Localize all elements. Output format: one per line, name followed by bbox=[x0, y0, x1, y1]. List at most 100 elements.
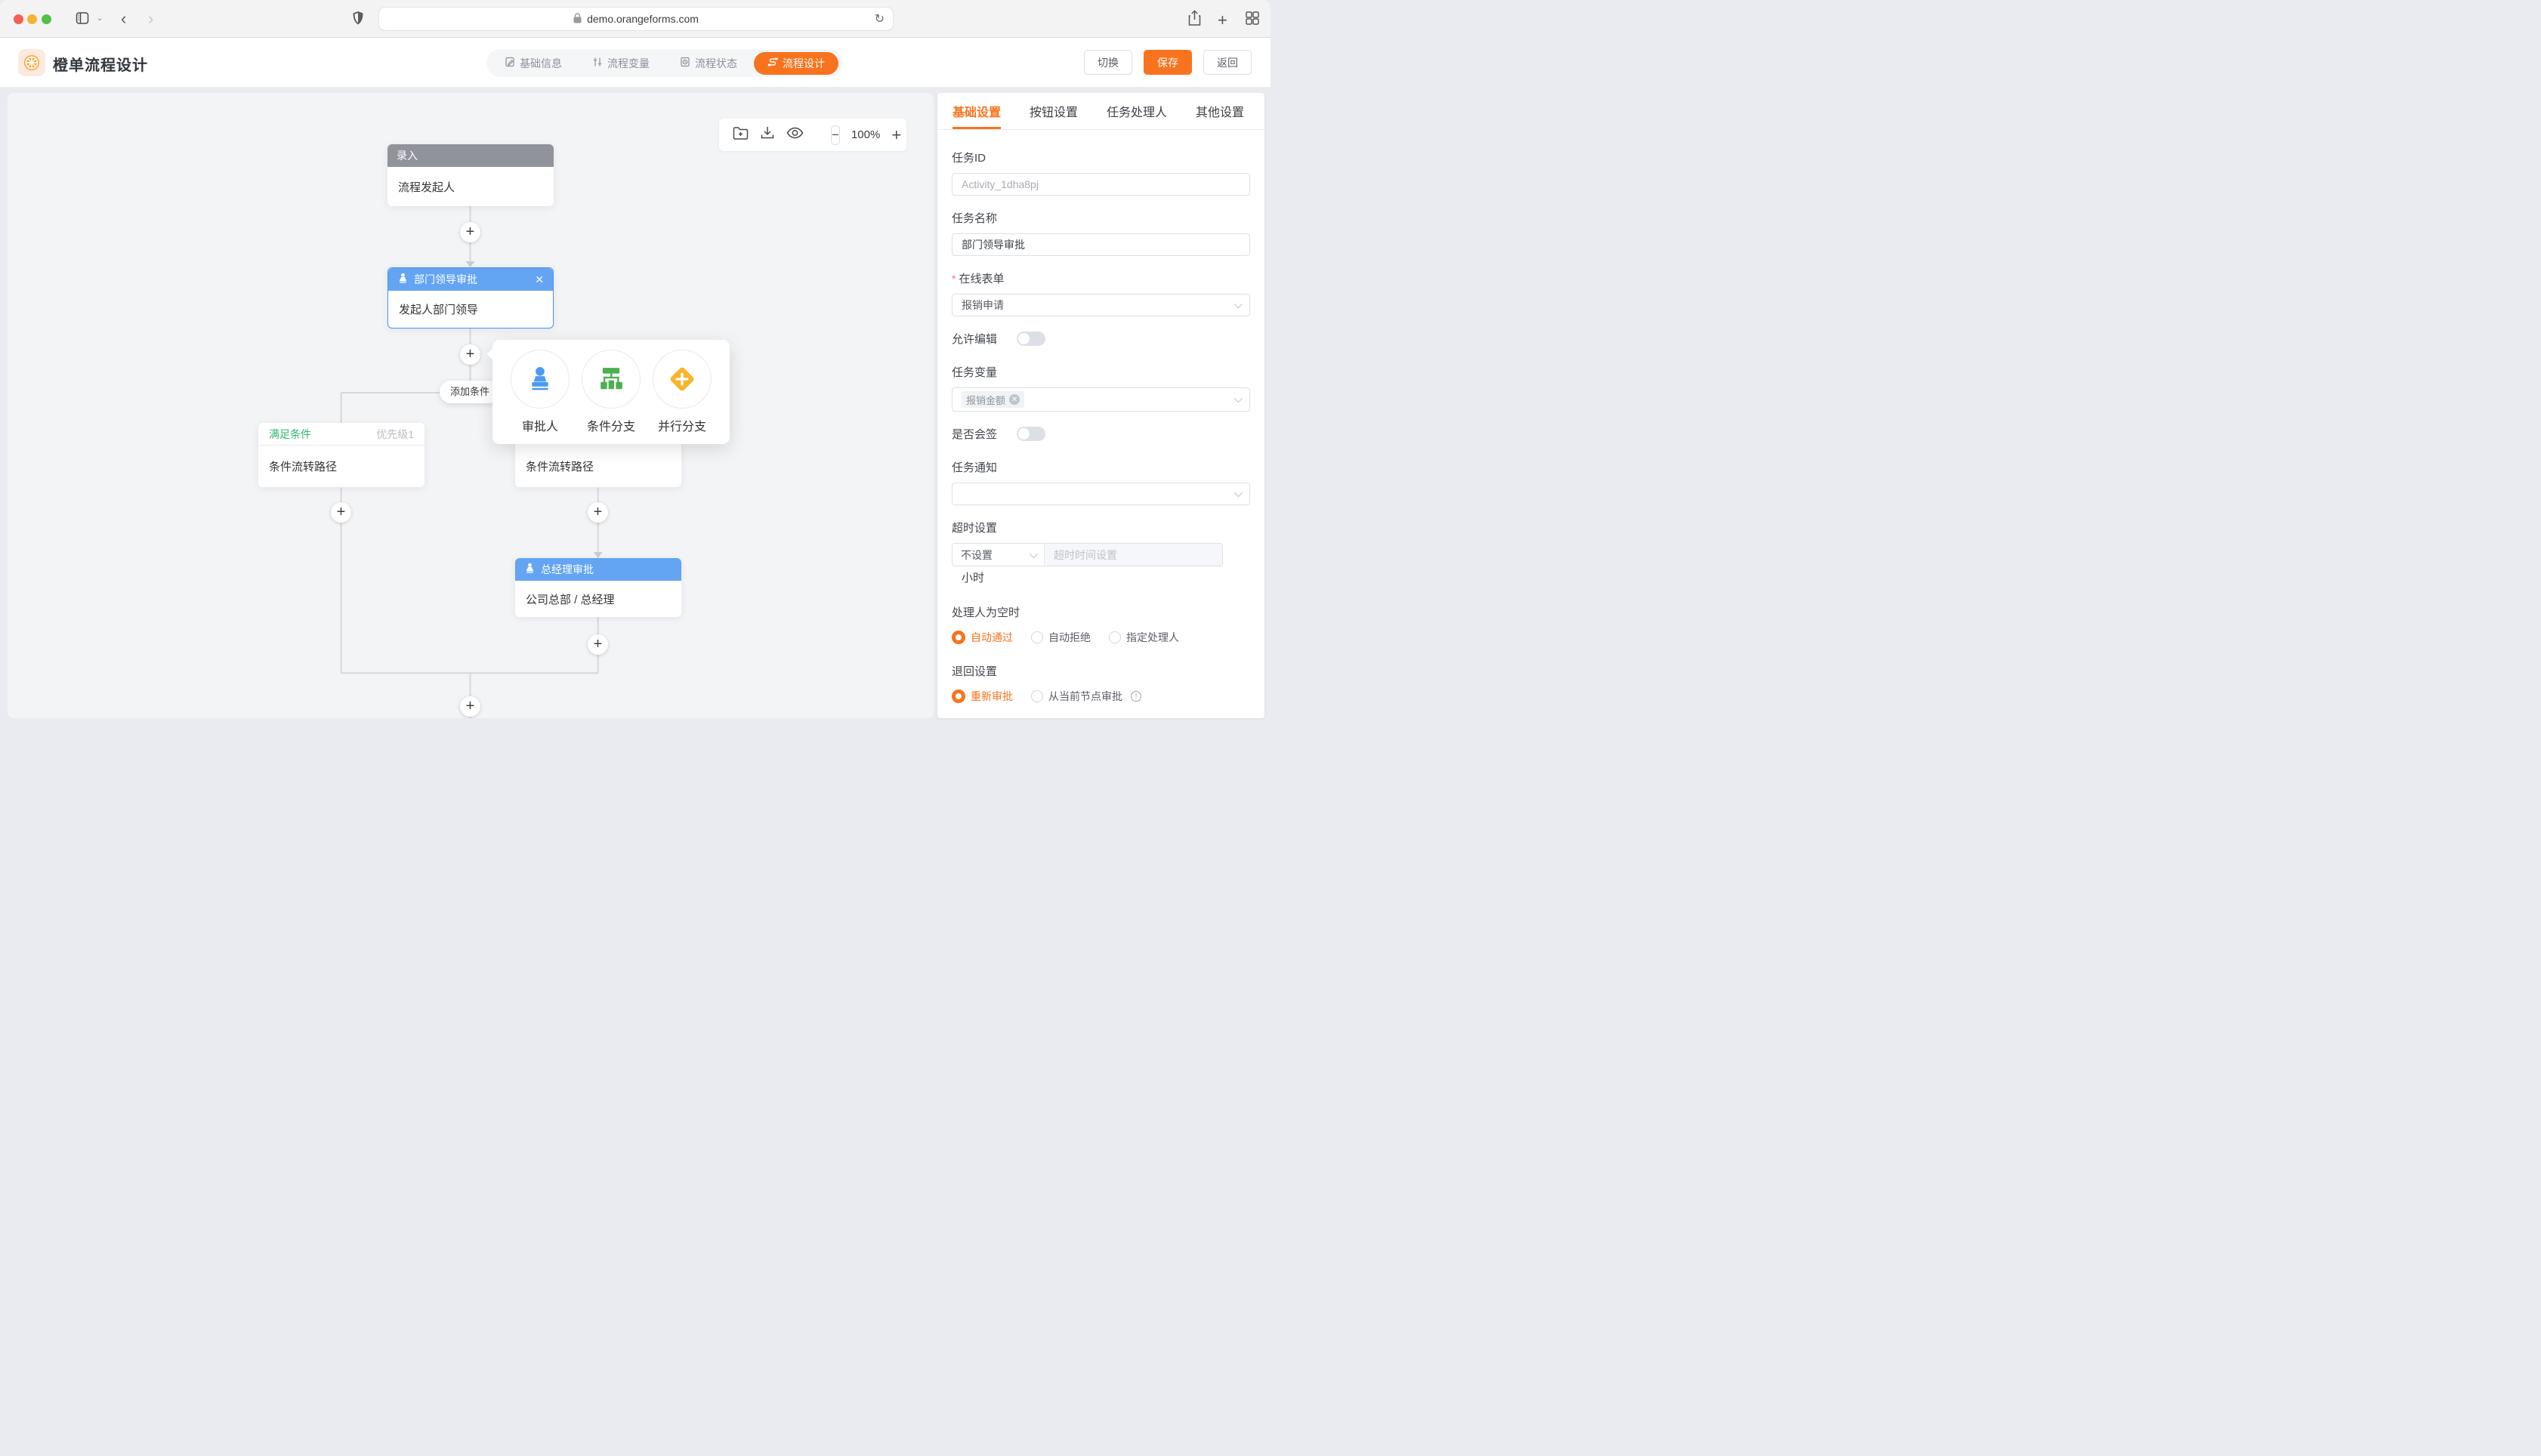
add-node-button-5[interactable]: + bbox=[588, 634, 608, 655]
address-bar[interactable]: demo.orangeforms.com ↻ bbox=[378, 7, 894, 31]
radio-auto-approve[interactable]: 自动通过 bbox=[952, 630, 1013, 645]
tab-task-handler[interactable]: 任务处理人 bbox=[1107, 93, 1167, 129]
forward-icon[interactable]: › bbox=[148, 10, 153, 28]
switch-button[interactable]: 切换 bbox=[1084, 50, 1132, 75]
condition-branch-icon bbox=[582, 350, 641, 409]
condition-met-label: 满足条件 bbox=[269, 427, 311, 442]
variable-tag: 报销金额 ✕ bbox=[962, 391, 1024, 408]
back-icon[interactable]: ‹ bbox=[121, 10, 126, 28]
browser-chrome: ⌄ ‹ › demo.orangeforms.com ↻ + bbox=[0, 0, 1270, 38]
import-folder-icon[interactable] bbox=[733, 126, 749, 144]
lock-icon bbox=[573, 13, 582, 26]
add-node-button-4[interactable]: + bbox=[588, 502, 608, 523]
task-id-label: 任务ID bbox=[952, 150, 1250, 165]
node-gm-approval[interactable]: 总经理审批 公司总部 / 总经理 bbox=[515, 558, 681, 617]
info-icon: ! bbox=[1131, 691, 1141, 702]
settings-panel: 基础设置 按钮设置 任务处理人 其他设置 任务ID 任务名称 *在线表单 报销申… bbox=[937, 93, 1264, 718]
chevron-down-icon bbox=[1234, 489, 1243, 497]
task-name-label: 任务名称 bbox=[952, 210, 1250, 226]
task-name-field[interactable] bbox=[962, 239, 1240, 251]
node-gm-title: 总经理审批 bbox=[541, 562, 594, 577]
timeout-mode-select[interactable]: 不设置 bbox=[952, 544, 1045, 566]
nav-process-design[interactable]: 流程设计 bbox=[754, 52, 838, 75]
timeout-value-field[interactable] bbox=[1054, 549, 1213, 561]
popup-option-approver[interactable]: 审批人 bbox=[508, 350, 573, 444]
radio-assign-handler[interactable]: 指定处理人 bbox=[1109, 630, 1179, 645]
timeout-label: 超时设置 bbox=[952, 520, 1250, 535]
popup-option-parallel-branch[interactable]: 并行分支 bbox=[650, 350, 715, 444]
task-notify-label: 任务通知 bbox=[952, 459, 1250, 475]
zoom-out-button[interactable]: − bbox=[831, 125, 840, 145]
countersign-toggle[interactable] bbox=[1017, 427, 1045, 441]
task-notify-select[interactable] bbox=[952, 483, 1250, 505]
tab-other-settings[interactable]: 其他设置 bbox=[1196, 93, 1244, 129]
minimize-window-button[interactable] bbox=[27, 14, 37, 24]
new-tab-icon[interactable]: + bbox=[1218, 11, 1227, 30]
radio-from-current-node[interactable]: 从当前节点审批! bbox=[1031, 689, 1141, 704]
sidebar-icon[interactable] bbox=[75, 11, 90, 29]
node-start-body: 流程发起人 bbox=[387, 167, 554, 206]
close-window-button[interactable] bbox=[14, 14, 23, 24]
add-node-button-2[interactable]: + bbox=[460, 344, 480, 365]
node-condition-2-body: 条件流转路径 bbox=[515, 446, 681, 487]
tab-overview-icon[interactable] bbox=[1245, 11, 1260, 29]
shield-icon[interactable] bbox=[352, 11, 364, 29]
zoom-window-button[interactable] bbox=[42, 14, 51, 24]
download-icon[interactable] bbox=[760, 125, 775, 144]
radio-auto-reject[interactable]: 自动拒绝 bbox=[1031, 630, 1091, 645]
tab-basic-settings[interactable]: 基础设置 bbox=[952, 93, 1001, 129]
online-form-select[interactable]: 报销申请 bbox=[952, 294, 1250, 316]
tag-remove-icon[interactable]: ✕ bbox=[1009, 394, 1020, 405]
node-start[interactable]: 录入 流程发起人 bbox=[387, 144, 554, 206]
route-icon bbox=[767, 57, 778, 69]
node-condition-1-body: 条件流转路径 bbox=[258, 446, 425, 487]
app-header: 橙单流程设计 基础信息 流程变量 流程状态 流程设计 切换 保存 返回 bbox=[0, 38, 1270, 88]
node-dept-body: 发起人部门领导 bbox=[388, 291, 553, 328]
stamp-icon bbox=[524, 563, 536, 576]
stamp-icon bbox=[397, 273, 409, 286]
settings-tabs: 基础设置 按钮设置 任务处理人 其他设置 bbox=[937, 93, 1264, 130]
chevron-down-icon[interactable]: ⌄ bbox=[97, 14, 103, 23]
flow-canvas[interactable]: 录入 流程发起人 + 部门领导审批 ✕ 发起人部门领导 + 添加条件 满足条件 … bbox=[8, 93, 934, 718]
return-setting-label: 退回设置 bbox=[952, 663, 1250, 679]
node-start-title: 录入 bbox=[397, 148, 418, 163]
zoom-in-button[interactable]: + bbox=[891, 125, 901, 145]
url-text: demo.orangeforms.com bbox=[587, 13, 699, 25]
nav-basic-info[interactable]: 基础信息 bbox=[491, 52, 576, 75]
save-button[interactable]: 保存 bbox=[1144, 50, 1192, 75]
back-button[interactable]: 返回 bbox=[1203, 50, 1252, 75]
allow-edit-label: 允许编辑 bbox=[952, 331, 997, 347]
approver-stamp-icon bbox=[511, 350, 570, 409]
add-node-button-3[interactable]: + bbox=[331, 502, 351, 523]
page-title: 橙单流程设计 bbox=[53, 53, 148, 75]
add-node-button-1[interactable]: + bbox=[460, 222, 480, 242]
empty-handler-label: 处理人为空时 bbox=[952, 604, 1250, 620]
popup-option-condition-branch[interactable]: 条件分支 bbox=[579, 350, 644, 444]
nav-process-status[interactable]: 流程状态 bbox=[666, 52, 751, 75]
add-node-popup: 审批人 条件分支 并行分支 bbox=[492, 340, 730, 444]
tab-button-settings[interactable]: 按钮设置 bbox=[1030, 93, 1078, 129]
nav-process-variables[interactable]: 流程变量 bbox=[579, 52, 663, 75]
zoom-level: 100% bbox=[851, 128, 880, 141]
canvas-toolbar: − 100% + bbox=[719, 119, 906, 151]
close-icon[interactable]: ✕ bbox=[535, 273, 544, 286]
reload-icon[interactable]: ↻ bbox=[875, 11, 885, 26]
parallel-branch-icon bbox=[653, 350, 712, 409]
chevron-down-icon bbox=[1234, 300, 1243, 308]
add-node-button-6[interactable]: + bbox=[460, 696, 480, 717]
preview-eye-icon[interactable] bbox=[786, 127, 804, 143]
node-condition-1[interactable]: 满足条件 优先级1 条件流转路径 bbox=[258, 423, 425, 487]
radio-re-approve[interactable]: 重新审批 bbox=[952, 689, 1013, 704]
allow-edit-toggle[interactable] bbox=[1017, 332, 1045, 346]
countersign-label: 是否会签 bbox=[952, 426, 997, 442]
node-dept-approval[interactable]: 部门领导审批 ✕ 发起人部门领导 bbox=[387, 267, 554, 329]
share-icon[interactable] bbox=[1187, 10, 1202, 30]
orange-logo-icon bbox=[18, 49, 45, 76]
sliders-icon bbox=[592, 57, 603, 69]
chevron-down-icon bbox=[1234, 394, 1243, 403]
task-id-field[interactable] bbox=[962, 178, 1240, 190]
chevron-down-icon bbox=[1030, 549, 1038, 557]
task-variables-select[interactable]: 报销金额 ✕ bbox=[952, 387, 1250, 412]
node-dept-title: 部门领导审批 bbox=[414, 272, 477, 287]
online-form-label: 在线表单 bbox=[959, 270, 1004, 286]
